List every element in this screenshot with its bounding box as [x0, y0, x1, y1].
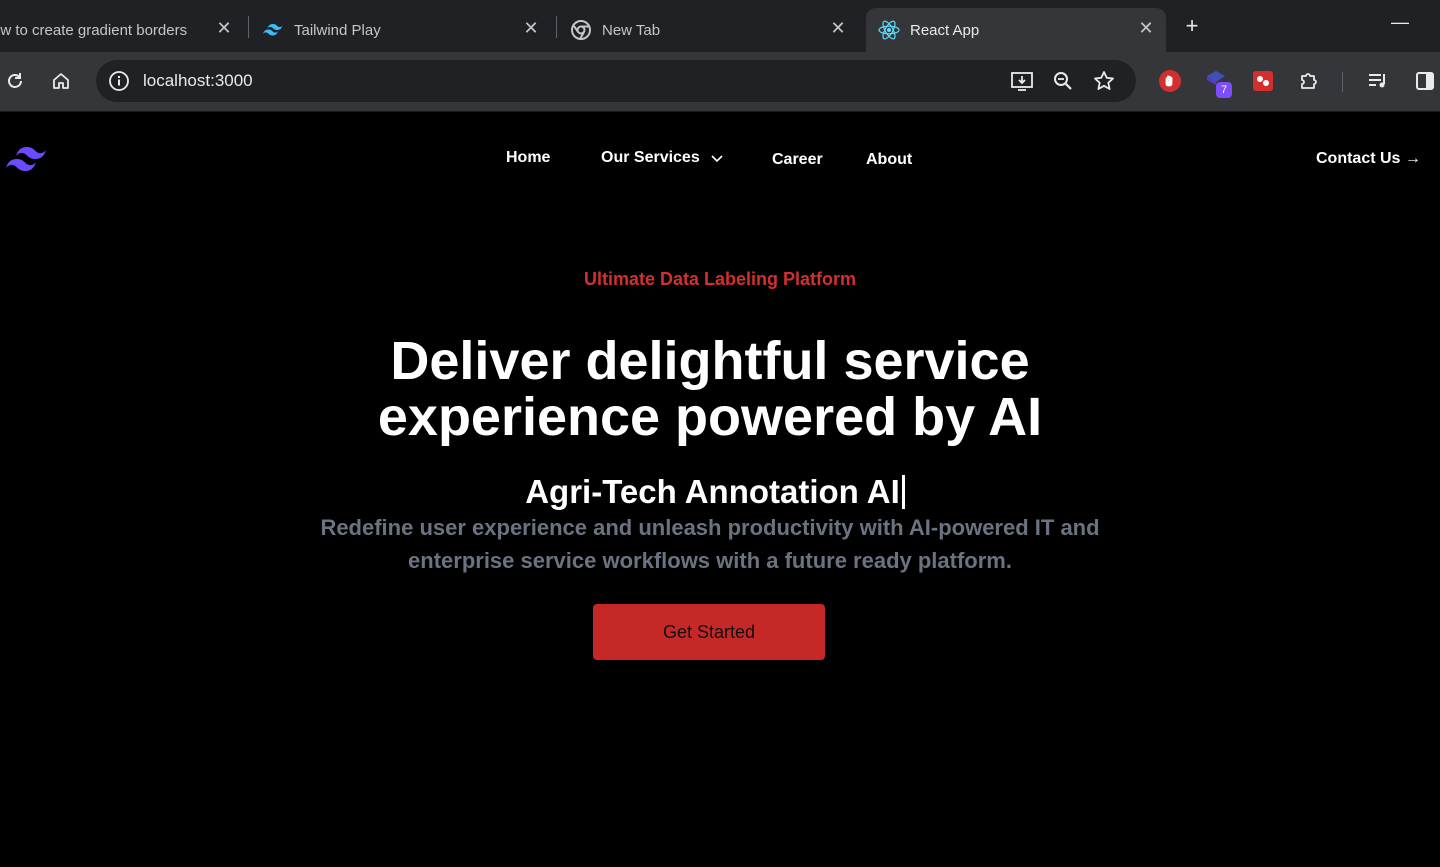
address-bar[interactable]: localhost:3000: [96, 60, 1136, 102]
page-viewport: Home Our Services Career About Contact U…: [0, 113, 1440, 867]
tab-title: New Tab: [602, 21, 661, 39]
tab-gradient-borders[interactable]: ow to create gradient borders ✕: [0, 8, 240, 52]
tab-react-app[interactable]: React App ✕: [866, 8, 1166, 52]
typewriter-value: Agri-Tech Annotation AI: [525, 473, 900, 510]
minimize-button[interactable]: —: [1388, 12, 1412, 36]
extension-badge-icon[interactable]: 7: [1204, 68, 1232, 98]
typing-cursor: [901, 475, 905, 509]
nav-about[interactable]: About: [866, 151, 912, 169]
nav-services-label: Our Services: [601, 149, 700, 166]
tailwind-logo-icon[interactable]: [4, 145, 48, 173]
side-panel-icon[interactable]: [1412, 68, 1438, 94]
extension-count-badge: 7: [1216, 82, 1232, 98]
tab-new-tab[interactable]: New Tab ✕: [570, 8, 858, 52]
install-app-icon[interactable]: [1010, 69, 1034, 93]
nav-our-services[interactable]: Our Services: [601, 149, 724, 167]
typewriter-text: Agri-Tech Annotation AI: [0, 473, 1430, 511]
react-icon: [878, 19, 900, 41]
hero-eyebrow: Ultimate Data Labeling Platform: [583, 269, 857, 289]
chevron-down-icon: [711, 155, 723, 163]
headline-line-2: experience powered by AI: [377, 387, 1043, 447]
hero-subtext: Redefine user experience and unleash pro…: [320, 515, 1100, 573]
tab-title: ow to create gradient borders: [0, 21, 188, 39]
extensions-puzzle-icon[interactable]: [1296, 68, 1322, 94]
zoom-icon[interactable]: [1051, 69, 1075, 93]
chrome-icon: [570, 19, 592, 41]
get-started-button[interactable]: Get Started: [593, 604, 825, 660]
nav-contact-us[interactable]: Contact Us →: [1316, 150, 1421, 168]
home-icon[interactable]: [48, 68, 74, 94]
tab-divider: [248, 16, 249, 38]
browser-tab-bar: ow to create gradient borders ✕ Tailwind…: [0, 0, 1440, 52]
site-info-icon[interactable]: [108, 70, 130, 92]
tab-title: Tailwind Play: [294, 21, 381, 39]
tab-tailwind-play[interactable]: Tailwind Play ✕: [262, 8, 552, 52]
close-icon[interactable]: ✕: [826, 16, 850, 40]
nav-career[interactable]: Career: [772, 151, 823, 169]
close-icon[interactable]: ✕: [212, 16, 236, 40]
tab-divider: [556, 16, 557, 38]
tailwind-icon: [262, 19, 284, 41]
reload-icon[interactable]: [2, 68, 28, 94]
headline-line-1: Deliver delightful service: [390, 331, 1030, 391]
hero-headline: Deliver delightful service experience po…: [0, 333, 1420, 445]
url-text: localhost:3000: [143, 71, 253, 90]
close-icon[interactable]: ✕: [519, 16, 543, 40]
new-tab-button[interactable]: +: [1180, 12, 1204, 40]
close-icon[interactable]: ✕: [1134, 16, 1158, 40]
nav-home[interactable]: Home: [506, 149, 550, 167]
bookmark-star-icon[interactable]: [1092, 69, 1116, 93]
adblock-extension-icon[interactable]: [1157, 68, 1183, 94]
media-controls-icon[interactable]: [1365, 68, 1391, 94]
picture-extension-icon[interactable]: [1250, 68, 1276, 94]
tab-title: React App: [910, 21, 980, 39]
browser-toolbar: localhost:3000 7: [0, 52, 1440, 112]
toolbar-divider: [1342, 72, 1343, 92]
